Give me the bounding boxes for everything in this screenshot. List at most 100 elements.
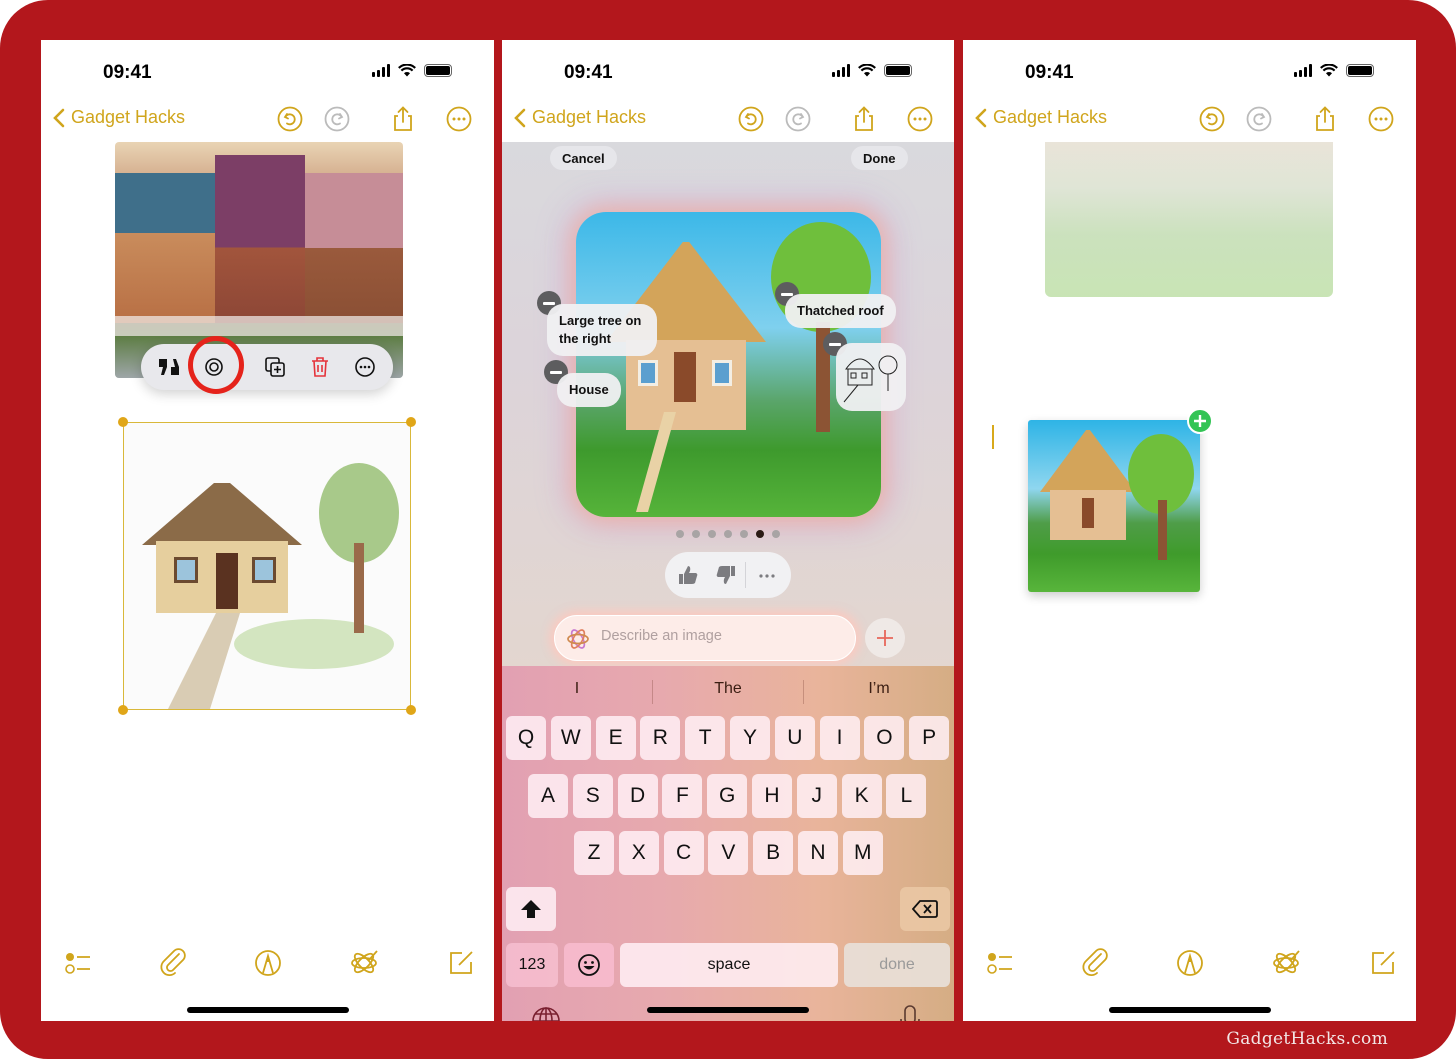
checklist-icon[interactable] bbox=[63, 948, 93, 978]
cancel-button[interactable]: Cancel bbox=[550, 146, 617, 170]
status-time: 09:41 bbox=[103, 62, 152, 83]
globe-icon[interactable] bbox=[531, 1006, 561, 1021]
key-i[interactable]: I bbox=[819, 716, 860, 760]
microphone-icon[interactable] bbox=[898, 1004, 922, 1021]
suggestion[interactable]: I’m bbox=[804, 680, 954, 698]
describe-image-input[interactable] bbox=[601, 628, 841, 644]
sketch-chip[interactable] bbox=[836, 343, 906, 411]
sketch-house-image[interactable] bbox=[123, 422, 411, 710]
suggestion[interactable]: The bbox=[653, 680, 803, 698]
more-icon[interactable] bbox=[446, 106, 472, 132]
page-dot[interactable] bbox=[756, 530, 764, 538]
redo-icon[interactable] bbox=[785, 106, 811, 132]
page-dot[interactable] bbox=[676, 530, 684, 538]
key-k[interactable]: K bbox=[841, 774, 882, 818]
numbers-key[interactable]: 123 bbox=[506, 943, 558, 987]
more-icon[interactable] bbox=[353, 355, 377, 379]
redo-icon[interactable] bbox=[1246, 106, 1272, 132]
resize-handle[interactable] bbox=[118, 417, 128, 427]
delete-icon[interactable] bbox=[308, 355, 332, 379]
more-icon[interactable] bbox=[757, 566, 777, 586]
done-button[interactable]: Done bbox=[851, 146, 908, 170]
houses-image[interactable] bbox=[115, 142, 403, 378]
attachment-icon[interactable] bbox=[159, 948, 189, 978]
key-g[interactable]: G bbox=[707, 774, 748, 818]
image-playground-icon[interactable] bbox=[349, 948, 379, 978]
dragged-image-thumbnail[interactable] bbox=[1028, 420, 1200, 592]
done-key[interactable]: done bbox=[844, 943, 950, 987]
back-button[interactable]: Gadget Hacks bbox=[975, 107, 1107, 128]
more-icon[interactable] bbox=[907, 106, 933, 132]
prompt-field[interactable] bbox=[554, 615, 856, 661]
key-x[interactable]: X bbox=[618, 831, 659, 875]
concept-chip[interactable]: Thatched roof bbox=[785, 294, 896, 328]
key-r[interactable]: R bbox=[640, 716, 681, 760]
compose-icon[interactable] bbox=[446, 948, 476, 978]
share-icon[interactable] bbox=[1312, 106, 1338, 132]
page-dot[interactable] bbox=[708, 530, 716, 538]
undo-icon[interactable] bbox=[1199, 106, 1225, 132]
resize-handle[interactable] bbox=[118, 705, 128, 715]
key-b[interactable]: B bbox=[753, 831, 794, 875]
key-q[interactable]: Q bbox=[506, 716, 546, 760]
resize-handle[interactable] bbox=[406, 705, 416, 715]
thumbs-up-icon[interactable] bbox=[677, 564, 699, 586]
key-j[interactable]: J bbox=[796, 774, 837, 818]
key-c[interactable]: C bbox=[663, 831, 704, 875]
home-indicator[interactable] bbox=[647, 1007, 809, 1013]
key-v[interactable]: V bbox=[708, 831, 749, 875]
home-indicator[interactable] bbox=[1108, 1007, 1271, 1013]
signal-icon bbox=[1294, 64, 1312, 77]
battery-icon bbox=[884, 64, 912, 77]
suggestion[interactable]: I bbox=[502, 680, 652, 698]
key-f[interactable]: F bbox=[662, 774, 703, 818]
compose-icon[interactable] bbox=[1368, 948, 1398, 978]
key-w[interactable]: W bbox=[550, 716, 591, 760]
page-dot[interactable] bbox=[724, 530, 732, 538]
key-u[interactable]: U bbox=[774, 716, 815, 760]
undo-icon[interactable] bbox=[277, 106, 303, 132]
signal-icon bbox=[832, 64, 850, 77]
delete-key[interactable] bbox=[900, 887, 950, 931]
key-y[interactable]: Y bbox=[730, 716, 770, 760]
key-l[interactable]: L bbox=[886, 774, 927, 818]
key-a[interactable]: A bbox=[528, 774, 568, 818]
key-n[interactable]: N bbox=[798, 831, 838, 875]
key-d[interactable]: D bbox=[617, 774, 658, 818]
key-e[interactable]: E bbox=[595, 716, 636, 760]
undo-icon[interactable] bbox=[738, 106, 764, 132]
checklist-icon[interactable] bbox=[985, 948, 1015, 978]
redo-icon[interactable] bbox=[324, 106, 350, 132]
concept-chip[interactable]: Large tree on the right bbox=[547, 304, 657, 356]
key-z[interactable]: Z bbox=[574, 831, 614, 875]
shift-key[interactable] bbox=[506, 887, 556, 931]
key-p[interactable]: P bbox=[909, 716, 950, 760]
emoji-key[interactable] bbox=[564, 943, 614, 987]
attachment-icon[interactable] bbox=[1081, 948, 1111, 978]
key-o[interactable]: O bbox=[864, 716, 905, 760]
share-icon[interactable] bbox=[851, 106, 877, 132]
page-dot[interactable] bbox=[692, 530, 700, 538]
space-key[interactable]: space bbox=[620, 943, 838, 987]
key-h[interactable]: H bbox=[752, 774, 792, 818]
resize-handle[interactable] bbox=[406, 417, 416, 427]
home-indicator[interactable] bbox=[186, 1007, 349, 1013]
key-t[interactable]: T bbox=[685, 716, 726, 760]
add-button[interactable] bbox=[865, 618, 905, 658]
page-dot[interactable] bbox=[740, 530, 748, 538]
thumbs-down-icon[interactable] bbox=[715, 564, 737, 586]
key-s[interactable]: S bbox=[572, 774, 613, 818]
feedback-icon[interactable] bbox=[157, 355, 181, 379]
markup-icon[interactable] bbox=[1175, 948, 1205, 978]
markup-icon[interactable] bbox=[253, 948, 283, 978]
page-dot[interactable] bbox=[772, 530, 780, 538]
concept-chip[interactable]: House bbox=[557, 373, 621, 407]
more-icon[interactable] bbox=[1368, 106, 1394, 132]
duplicate-icon[interactable] bbox=[263, 355, 287, 379]
image-playground-icon[interactable] bbox=[1271, 948, 1301, 978]
status-bar: 09:41 bbox=[41, 40, 494, 100]
key-m[interactable]: M bbox=[842, 831, 883, 875]
back-button[interactable]: Gadget Hacks bbox=[53, 107, 185, 128]
share-icon[interactable] bbox=[390, 106, 416, 132]
back-button[interactable]: Gadget Hacks bbox=[514, 107, 646, 128]
